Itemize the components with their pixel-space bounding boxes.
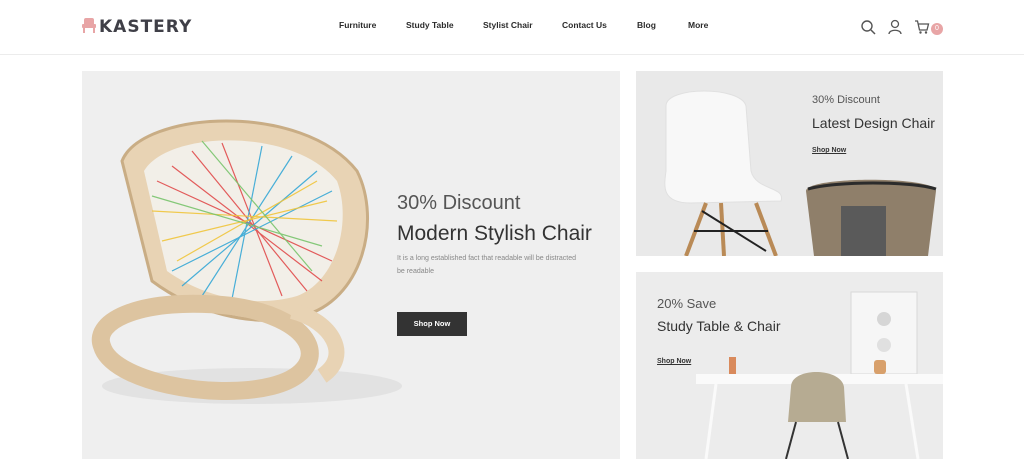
- banner-chair-discount: 30% Discount: [812, 94, 880, 106]
- banner-chair-shop-now-link[interactable]: Shop Now: [812, 147, 846, 154]
- white-chair-image: [636, 71, 943, 256]
- hero-discount: 30% Discount: [397, 192, 521, 214]
- hero-banner: 30% Discount Modern Stylish Chair It is …: [82, 71, 620, 459]
- hero-shop-now-button[interactable]: Shop Now: [397, 312, 467, 336]
- nav-item-more[interactable]: More: [688, 20, 708, 30]
- user-icon[interactable]: [887, 19, 905, 37]
- chair-product-image: [91, 119, 402, 404]
- promo-banner-study: 20% Save Study Table & Chair Shop Now: [636, 272, 943, 459]
- hero-description: It is a long established fact that reada…: [397, 255, 576, 275]
- promo-banner-chair: 30% Discount Latest Design Chair Shop No…: [636, 71, 943, 256]
- nav-item-furniture[interactable]: Furniture: [339, 20, 376, 30]
- banner-study-shop-now-link[interactable]: Shop Now: [657, 358, 691, 365]
- nav-item-blog[interactable]: Blog: [637, 20, 656, 30]
- cart-count-badge: 0: [931, 23, 943, 35]
- nav-item-stylist-chair[interactable]: Stylist Chair: [483, 20, 533, 30]
- banner-study-discount: 20% Save: [657, 296, 717, 311]
- search-icon[interactable]: [860, 19, 878, 37]
- site-header: KASTERY Furniture Study Table Stylist Ch…: [0, 0, 1024, 55]
- nav-item-contact-us[interactable]: Contact Us: [562, 20, 607, 30]
- nav-item-study-table[interactable]: Study Table: [406, 20, 454, 30]
- banner-study-title: Study Table & Chair: [657, 318, 781, 334]
- hero-title: Modern Stylish Chair: [397, 222, 592, 245]
- cart-icon[interactable]: [914, 19, 932, 37]
- banner-chair-title: Latest Design Chair: [812, 115, 935, 131]
